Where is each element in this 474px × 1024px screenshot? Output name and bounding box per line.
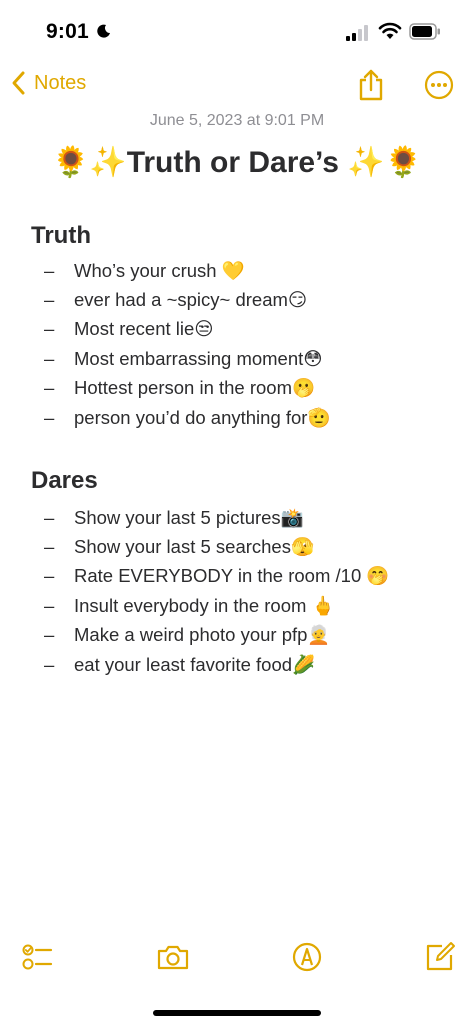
section-heading-truth[interactable]: Truth [31, 222, 91, 250]
list-item-text: ever had a ~spicy~ dream😏 [74, 289, 308, 311]
share-icon[interactable] [357, 68, 385, 102]
dares-list: – Show your last 5 pictures📸 – Show your l… [44, 503, 389, 679]
list-item[interactable]: – Make a weird photo your pfp🧑‍🦳 [44, 621, 389, 650]
list-item-text: Make a weird photo your pfp🧑‍🦳 [74, 624, 331, 646]
list-item-text: person you’d do anything for🫡 [74, 406, 331, 428]
note-date: June 5, 2023 at 9:01 PM [149, 112, 325, 129]
compose-icon[interactable] [423, 940, 457, 974]
nav-bar: Notes [0, 64, 474, 108]
dash-bullet: – [44, 565, 55, 587]
list-item[interactable]: – Insult everybody in the room 🖕 [44, 591, 389, 620]
list-item-text: Hottest person in the room🫢 [74, 377, 316, 399]
dash-bullet: – [44, 406, 55, 428]
home-indicator [153, 1010, 321, 1016]
camera-icon[interactable] [156, 940, 190, 974]
status-time: 9:01 [46, 20, 89, 43]
list-item-text: Rate EVERYBODY in the room /10 🤭 [74, 565, 390, 587]
back-label: Notes [34, 71, 87, 94]
dash-bullet: – [44, 289, 55, 311]
markup-icon[interactable] [290, 940, 324, 974]
list-item-text: Show your last 5 searches🫣 [74, 536, 315, 558]
list-item[interactable]: – eat your least favorite food🌽 [44, 650, 389, 679]
list-item[interactable]: – Most recent lie😒 [44, 315, 331, 344]
section-heading-dares[interactable]: Dares [31, 467, 98, 495]
dash-bullet: – [44, 624, 55, 646]
list-item-text: Most embarrassing moment😳 [74, 347, 323, 369]
truth-list: – Who’s your crush 💛 – ever had a ~spicy~ … [44, 256, 331, 432]
dash-bullet: – [44, 536, 55, 558]
dash-bullet: – [44, 259, 55, 281]
dash-bullet: – [44, 506, 55, 528]
dash-bullet: – [44, 347, 55, 369]
cellular-signal-icon [346, 25, 368, 41]
list-item[interactable]: – Show your last 5 searches🫣 [44, 532, 389, 561]
note-title[interactable]: 🌻✨Truth or Dare’s ✨🌻 [0, 145, 474, 180]
dash-bullet: – [44, 377, 55, 399]
wifi-icon [378, 22, 402, 39]
more-options-icon[interactable] [424, 70, 454, 100]
list-item-text: eat your least favorite food🌽 [74, 653, 316, 675]
moon-icon [97, 24, 110, 38]
list-item[interactable]: – Rate EVERYBODY in the room /10 🤭 [44, 562, 389, 591]
list-item-text: Most recent lie😒 [74, 318, 214, 340]
bottom-toolbar [0, 936, 474, 980]
list-item[interactable]: – Hottest person in the room🫢 [44, 374, 331, 403]
dash-bullet: – [44, 594, 55, 616]
dash-bullet: – [44, 318, 55, 340]
back-button[interactable]: Notes [10, 70, 86, 96]
battery-icon [409, 23, 440, 40]
status-bar: 9:01 [0, 0, 474, 60]
list-item-text: Show your last 5 pictures📸 [74, 506, 304, 528]
dash-bullet: – [44, 653, 55, 675]
chevron-left-icon [12, 71, 25, 95]
list-item[interactable]: – ever had a ~spicy~ dream😏 [44, 285, 331, 314]
list-item[interactable]: – Who’s your crush 💛 [44, 256, 331, 285]
checklist-icon[interactable] [20, 940, 54, 974]
list-item[interactable]: – Show your last 5 pictures📸 [44, 503, 389, 532]
list-item[interactable]: – person you’d do anything for🫡 [44, 403, 331, 432]
list-item[interactable]: – Most embarrassing moment😳 [44, 344, 331, 373]
list-item-text: Insult everybody in the room 🖕 [74, 594, 335, 616]
list-item-text: Who’s your crush 💛 [74, 259, 245, 281]
